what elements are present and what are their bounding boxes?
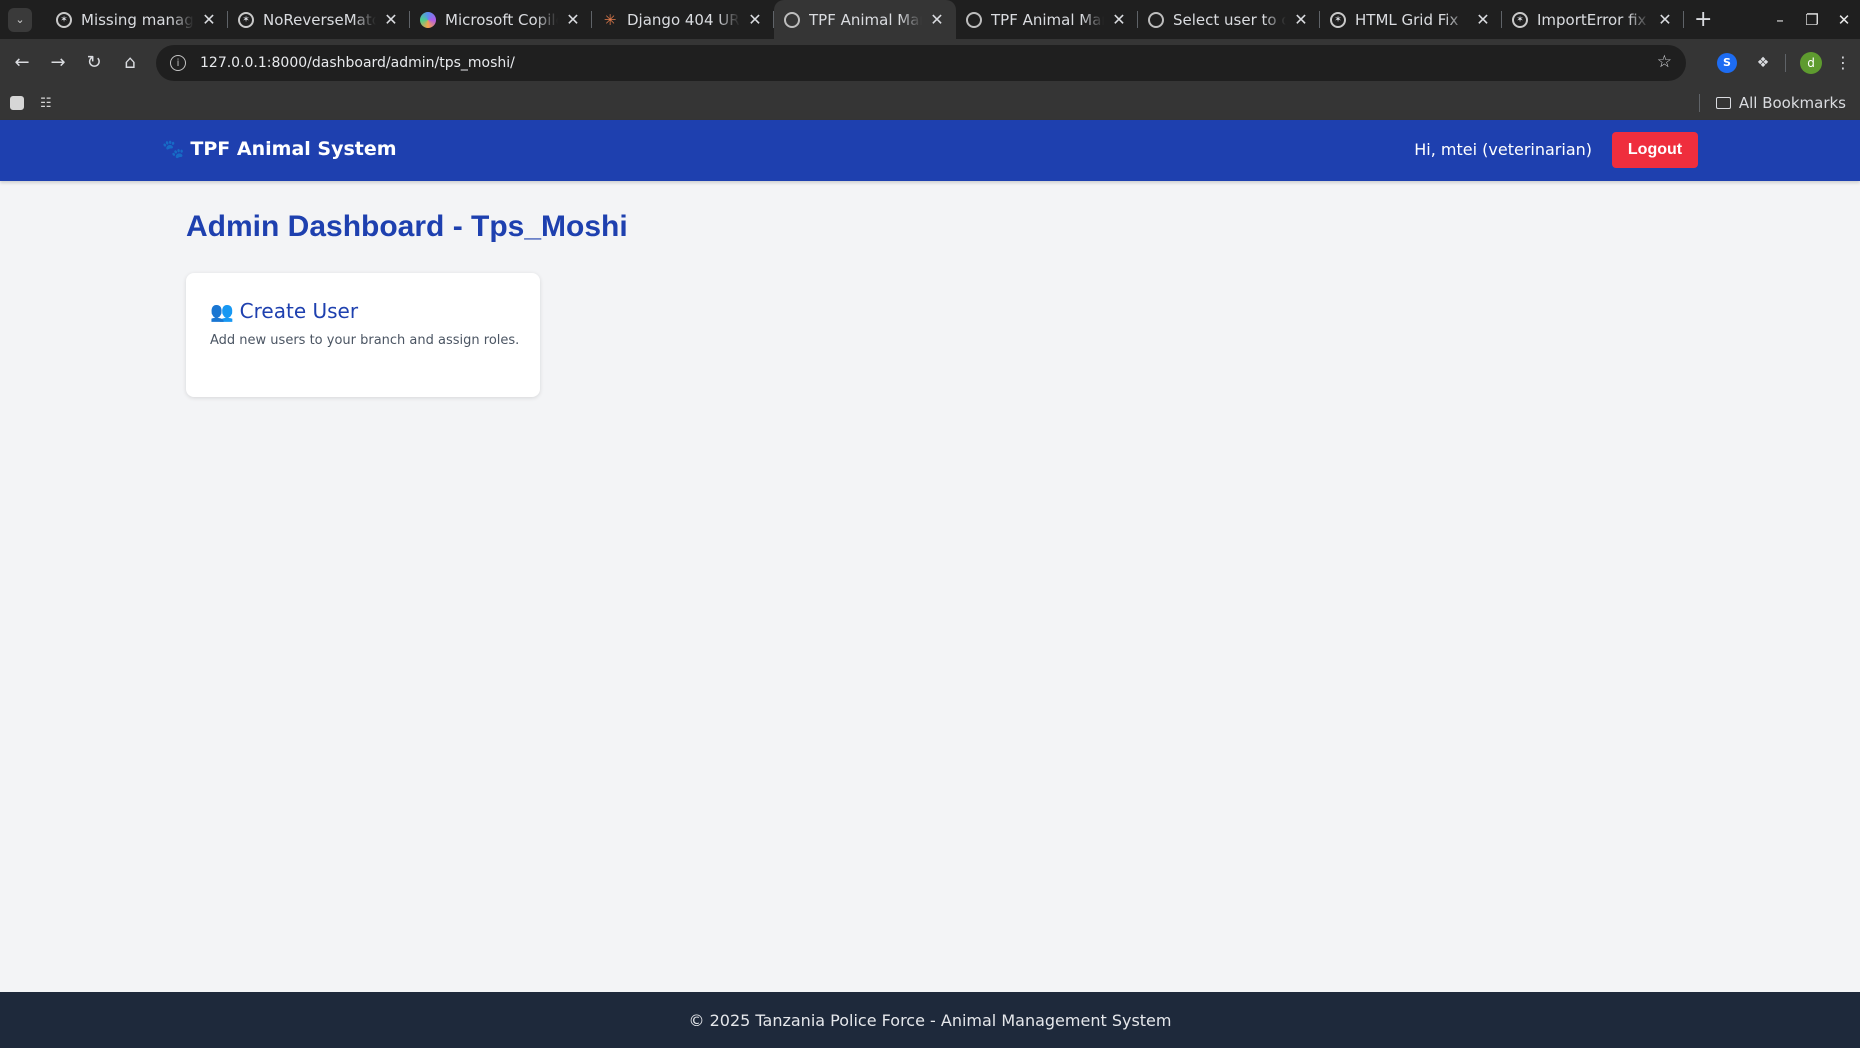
card-description: Add new users to your branch and assign …	[210, 333, 520, 348]
globe-icon	[1148, 11, 1164, 28]
tab-title: Select user to ch	[1173, 10, 1286, 29]
close-window-icon[interactable]: ✕	[1828, 11, 1860, 29]
url-text[interactable]: 127.0.0.1:8000/dashboard/admin/tps_moshi…	[200, 55, 515, 71]
browser-tab[interactable]: Microsoft Copilot ✕	[410, 0, 592, 39]
close-icon[interactable]: ✕	[928, 10, 946, 29]
browser-tab-active[interactable]: TPF Animal Man ✕	[774, 0, 956, 39]
paw-icon: 🐾	[162, 138, 185, 160]
globe-icon	[784, 11, 800, 28]
globe-icon	[966, 11, 982, 28]
browser-menu-icon[interactable]: ⋮	[1832, 53, 1854, 72]
reload-icon[interactable]: ↻	[76, 52, 112, 73]
forward-icon[interactable]: →	[40, 52, 76, 73]
tab-search-button[interactable]: ⌄	[8, 7, 32, 32]
browser-tab[interactable]: ✶ Missing manage ✕	[46, 0, 228, 39]
browser-tab[interactable]: ✳ Django 404 URL ✕	[592, 0, 774, 39]
window-controls: – ❐ ✕	[1764, 0, 1860, 39]
page-title: Admin Dashboard - Tps_Moshi	[186, 210, 628, 243]
browser-toolbar: ← → ↻ ⌂ i 127.0.0.1:8000/dashboard/admin…	[0, 39, 1860, 86]
brand-title: TPF Animal System	[190, 138, 397, 160]
browser-tab[interactable]: ✶ NoReverseMatch ✕	[228, 0, 410, 39]
tab-title: TPF Animal Man	[991, 10, 1104, 29]
restore-icon[interactable]: ❐	[1796, 11, 1828, 29]
minimize-icon[interactable]: –	[1764, 11, 1796, 29]
create-user-card[interactable]: 👥 Create User Add new users to your bran…	[186, 273, 540, 397]
footer-text: © 2025 Tanzania Police Force - Animal Ma…	[688, 1010, 1172, 1030]
browser-tab[interactable]: ✶ ImportError fix i ✕	[1502, 0, 1684, 39]
copilot-icon	[420, 11, 436, 28]
close-icon[interactable]: ✕	[746, 10, 764, 29]
site-info-icon[interactable]: i	[170, 55, 186, 71]
openai-icon: ✶	[56, 11, 72, 28]
user-greeting: Hi, mtei (veterinarian)	[1414, 140, 1592, 159]
bookmark-icon[interactable]	[10, 96, 24, 110]
bookmarks-bar: ☷ All Bookmarks	[0, 86, 1860, 120]
openai-icon: ✶	[1512, 11, 1528, 28]
site-footer: © 2025 Tanzania Police Force - Animal Ma…	[0, 992, 1860, 1048]
users-icon: 👥	[210, 300, 234, 323]
back-icon[interactable]: ←	[4, 52, 40, 73]
profile-avatar[interactable]: d	[1800, 51, 1822, 74]
browser-tabstrip: ⌄ ✶ Missing manage ✕ ✶ NoReverseMatch ✕ …	[0, 0, 1860, 39]
close-icon[interactable]: ✕	[1292, 10, 1310, 29]
shazam-extension-icon[interactable]: S	[1717, 52, 1737, 73]
logout-button[interactable]: Logout	[1612, 132, 1698, 168]
close-icon[interactable]: ✕	[564, 10, 582, 29]
new-tab-icon[interactable]: +	[1694, 7, 1712, 32]
openai-icon: ✶	[238, 11, 254, 28]
tab-title: Missing manage	[81, 10, 194, 29]
browser-tab[interactable]: Select user to ch ✕	[1138, 0, 1320, 39]
close-icon[interactable]: ✕	[382, 10, 400, 29]
tab-title: Microsoft Copilot	[445, 10, 558, 29]
apps-grid-icon[interactable]: ☷	[40, 96, 52, 111]
site-header: 🐾 TPF Animal System Hi, mtei (veterinari…	[0, 120, 1860, 181]
close-icon[interactable]: ✕	[200, 10, 218, 29]
tab-title: Django 404 URL	[627, 10, 740, 29]
all-bookmarks-label: All Bookmarks	[1738, 94, 1846, 112]
card-title-link[interactable]: 👥 Create User	[210, 299, 358, 323]
card-title: Create User	[239, 299, 359, 323]
close-icon[interactable]: ✕	[1656, 10, 1674, 29]
bookmark-star-icon[interactable]: ☆	[1657, 52, 1672, 72]
openai-icon: ✶	[1330, 11, 1346, 28]
brand[interactable]: 🐾 TPF Animal System	[162, 138, 397, 160]
address-bar[interactable]: i 127.0.0.1:8000/dashboard/admin/tps_mos…	[156, 45, 1686, 81]
tab-title: HTML Grid Fix	[1355, 10, 1459, 29]
close-icon[interactable]: ✕	[1474, 10, 1492, 29]
extensions-icon[interactable]: ❖	[1753, 53, 1773, 73]
close-icon[interactable]: ✕	[1110, 10, 1128, 29]
tab-title: NoReverseMatch	[263, 10, 376, 29]
browser-tab[interactable]: ✶ HTML Grid Fix ✕	[1320, 0, 1502, 39]
tab-title: ImportError fix i	[1537, 10, 1650, 29]
home-icon[interactable]: ⌂	[112, 52, 148, 73]
browser-tab[interactable]: TPF Animal Man ✕	[956, 0, 1138, 39]
claude-icon: ✳	[603, 10, 617, 29]
all-bookmarks-button[interactable]: All Bookmarks	[1698, 86, 1846, 120]
tab-title: TPF Animal Man	[809, 10, 922, 29]
folder-icon	[1715, 97, 1731, 109]
